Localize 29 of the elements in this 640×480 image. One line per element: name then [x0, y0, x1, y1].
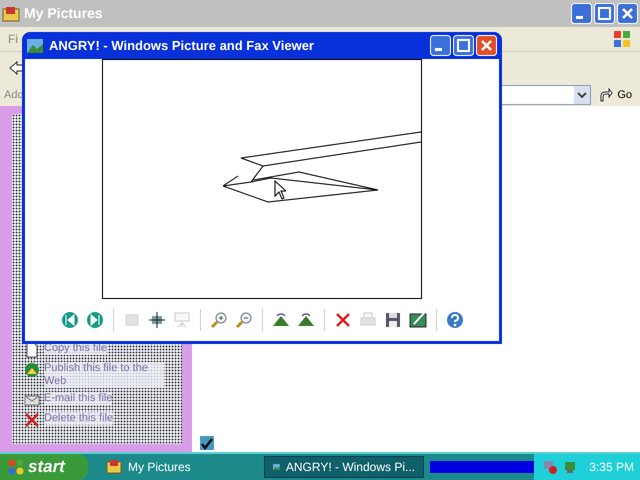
picture-file-icon [200, 436, 214, 450]
menu-item[interactable]: Fi [8, 30, 18, 48]
window-title: ANGRY! - Windows Picture and Fax Viewer [49, 36, 314, 55]
start-button[interactable]: start [0, 454, 88, 480]
windows-flag-icon [8, 459, 24, 475]
delete-icon [24, 412, 40, 428]
folder-icon [2, 6, 20, 22]
minimize-icon[interactable] [430, 35, 451, 56]
clock: 3:35 PM [589, 459, 634, 476]
go-arrow-icon [599, 88, 614, 102]
windows-flag-icon [612, 29, 632, 49]
minimize-icon[interactable] [571, 3, 592, 24]
window-title: My Pictures [24, 4, 103, 23]
task-link[interactable]: Publish this file to the Web [44, 362, 164, 388]
maximize-icon[interactable] [453, 35, 474, 56]
task-link[interactable]: E-mail this file [44, 392, 112, 405]
dropdown-icon[interactable] [574, 86, 590, 104]
network-warning-icon [542, 459, 558, 475]
picture-icon [27, 38, 43, 52]
close-icon[interactable] [617, 3, 638, 24]
maximize-icon[interactable] [594, 3, 615, 24]
cursor-icon [274, 180, 286, 200]
folder-icon [106, 460, 122, 474]
go-button[interactable]: Go [595, 86, 636, 104]
network-icon [562, 459, 578, 475]
globe-icon [24, 362, 40, 378]
taskbar-button[interactable]: ANGRY! - Windows Pi... [264, 456, 424, 478]
task-link[interactable]: Delete this file [44, 412, 114, 425]
close-icon[interactable] [476, 35, 497, 56]
